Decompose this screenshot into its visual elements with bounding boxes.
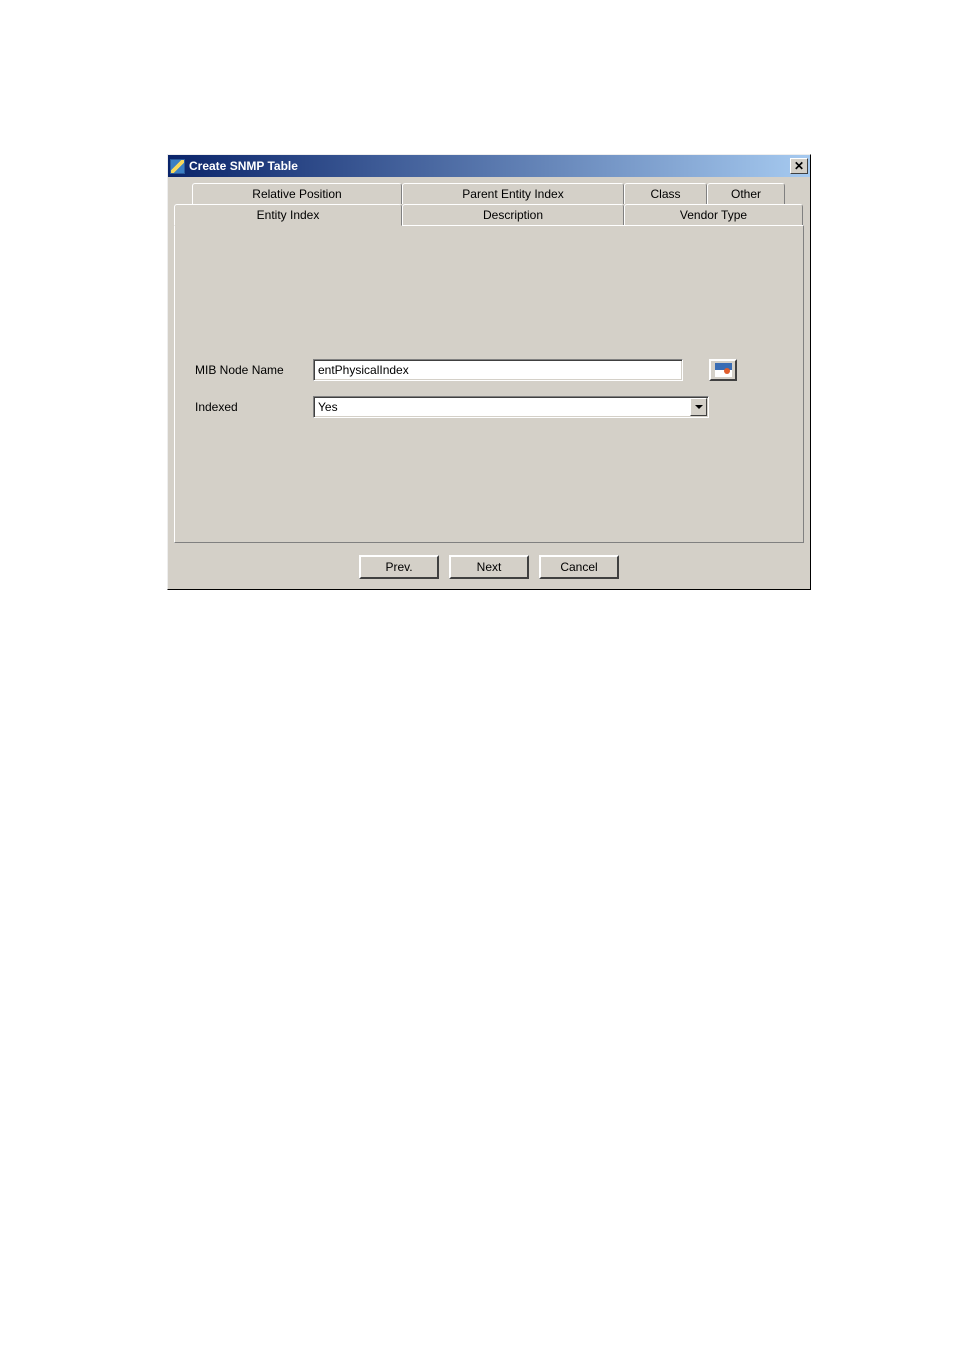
- next-button[interactable]: Next: [449, 555, 529, 579]
- tab-entity-index[interactable]: Entity Index: [174, 204, 402, 226]
- tab-relative-position[interactable]: Relative Position: [192, 183, 402, 204]
- indexed-label: Indexed: [195, 400, 313, 414]
- prev-button-label: Prev.: [385, 560, 412, 574]
- app-icon: [170, 159, 185, 174]
- dropdown-arrow-button[interactable]: [690, 398, 707, 416]
- indexed-row: Indexed Yes: [195, 396, 709, 418]
- close-icon: ✕: [794, 160, 804, 172]
- titlebar: Create SNMP Table ✕: [168, 155, 810, 177]
- cancel-button-label: Cancel: [560, 560, 597, 574]
- mib-node-name-label: MIB Node Name: [195, 363, 313, 377]
- tabs-row-top: Relative Position Parent Entity Index Cl…: [192, 183, 804, 204]
- button-bar: Prev. Next Cancel: [168, 549, 810, 589]
- next-button-label: Next: [477, 560, 502, 574]
- tab-description[interactable]: Description: [402, 204, 624, 225]
- tab-panel: MIB Node Name Indexed Yes: [174, 225, 804, 543]
- window-title: Create SNMP Table: [189, 159, 790, 173]
- indexed-select-value: Yes: [314, 400, 690, 414]
- tabs-row-bottom: Entity Index Description Vendor Type: [174, 204, 804, 225]
- mib-node-name-row: MIB Node Name: [195, 359, 737, 381]
- chevron-down-icon: [695, 405, 703, 409]
- browse-icon: [715, 363, 732, 377]
- tab-vendor-type[interactable]: Vendor Type: [624, 204, 803, 225]
- browse-button[interactable]: [709, 359, 737, 381]
- close-button[interactable]: ✕: [790, 158, 808, 174]
- tabs-container: Relative Position Parent Entity Index Cl…: [168, 177, 810, 225]
- prev-button[interactable]: Prev.: [359, 555, 439, 579]
- tab-parent-entity-index[interactable]: Parent Entity Index: [402, 183, 624, 204]
- indexed-select[interactable]: Yes: [313, 396, 709, 418]
- mib-node-name-input[interactable]: [313, 359, 683, 381]
- tab-class[interactable]: Class: [624, 183, 707, 204]
- cancel-button[interactable]: Cancel: [539, 555, 619, 579]
- tab-other[interactable]: Other: [707, 183, 785, 204]
- create-snmp-table-dialog: Create SNMP Table ✕ Relative Position Pa…: [167, 154, 811, 590]
